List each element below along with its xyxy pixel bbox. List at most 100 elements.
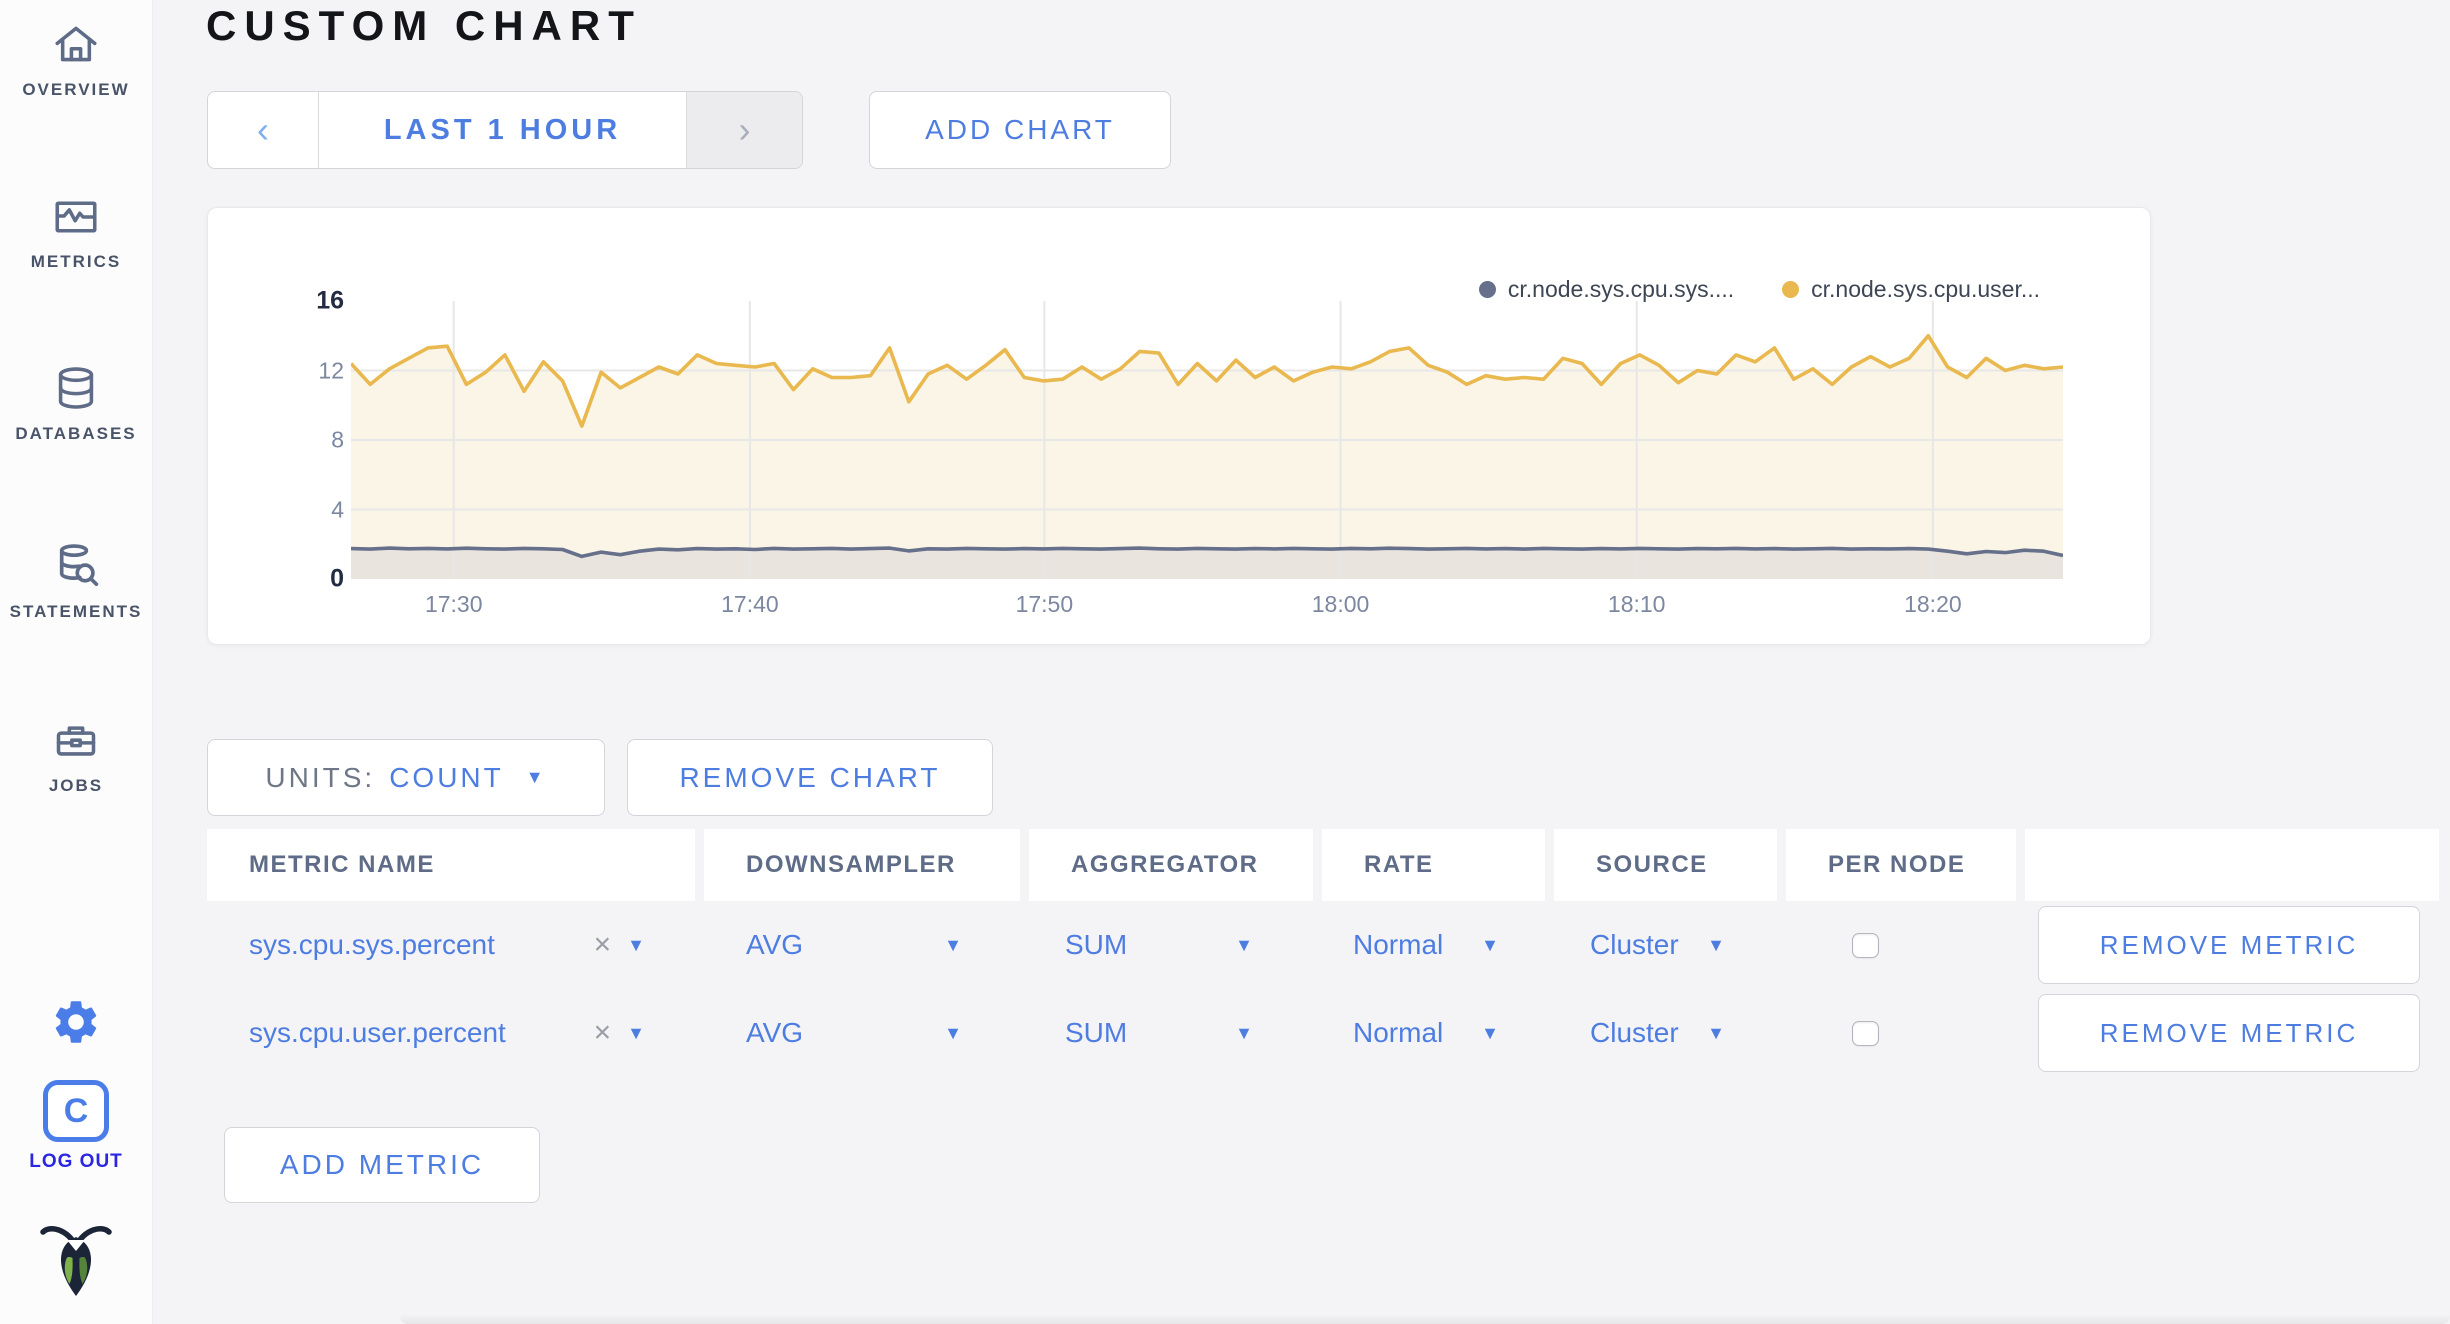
legend-label: cr.node.sys.cpu.sys.... [1507,276,1735,302]
downsampler-dropdown[interactable]: AVG ▼ [704,901,1020,989]
units-label: UNITS: [265,761,376,793]
downsampler-dropdown[interactable]: AVG ▼ [704,989,1020,1077]
remove-metric-button[interactable]: REMOVE METRIC [2038,994,2420,1072]
time-range-value[interactable]: LAST 1 HOUR [319,92,686,168]
add-chart-button[interactable]: ADD CHART [869,91,1171,169]
aggregator-value: SUM [1065,929,1128,960]
column-header-metric-name: METRIC NAME [207,829,695,901]
clear-metric-icon[interactable]: × [594,928,612,962]
chevron-down-icon[interactable]: ▼ [627,935,645,956]
column-header-aggregator: AGGREGATOR [1029,829,1313,901]
logout-label: LOG OUT [29,1151,123,1172]
chevron-down-icon: ▼ [944,1022,962,1043]
metric-name-value[interactable]: sys.cpu.sys.percent [249,929,495,961]
settings-button[interactable] [0,996,152,1053]
chart-legend: cr.node.sys.cpu.sys.... cr.node.sys.cpu.u… [1478,276,2040,303]
legend-item[interactable]: cr.node.sys.cpu.sys.... [1478,276,1735,303]
column-header-per-node: PER NODE [1786,829,2016,901]
x-axis-tick: 17:30 [424,591,483,617]
logout-button[interactable]: C LOG OUT [0,1080,152,1173]
per-node-cell [1786,901,2016,989]
sidebar: OVERVIEW METRICS DATABASES STATEMENTS JO… [0,0,153,1324]
metrics-icon [50,192,102,242]
add-metric-button[interactable]: ADD METRIC [224,1127,540,1203]
x-axis-tick: 18:10 [1607,591,1666,617]
chevron-down-icon: ▼ [1235,934,1253,955]
chevron-left-icon: ‹ [257,109,269,150]
rate-value: Normal [1353,1017,1444,1048]
remove-chart-button[interactable]: REMOVE CHART [627,739,993,816]
actions-cell: REMOVE METRIC [2025,989,2439,1077]
x-axis-labels: 17:30 17:40 17:50 18:00 18:10 18:20 [351,591,2063,623]
aggregator-value: SUM [1065,1017,1128,1048]
downsampler-value: AVG [746,929,804,960]
legend-item[interactable]: cr.node.sys.cpu.user... [1782,276,2040,303]
per-node-checkbox[interactable] [1852,932,1879,958]
source-dropdown[interactable]: Cluster ▼ [1554,901,1777,989]
chevron-down-icon: ▼ [1481,934,1499,955]
metric-name-controls: × ▼ [594,1016,645,1050]
home-icon [50,20,102,70]
sidebar-item-label: JOBS [48,776,104,795]
chevron-down-icon: ▼ [1481,1022,1499,1043]
source-value: Cluster [1590,929,1679,960]
per-node-cell [1786,989,2016,1077]
chevron-down-icon[interactable]: ▼ [627,1023,645,1044]
actions-cell: REMOVE METRIC [2025,901,2439,989]
chevron-down-icon: ▼ [525,767,547,787]
aggregator-dropdown[interactable]: SUM ▼ [1029,989,1313,1077]
source-dropdown[interactable]: Cluster ▼ [1554,989,1777,1077]
metrics-table: METRIC NAME DOWNSAMPLER AGGREGATOR RATE … [207,829,2439,1077]
rate-dropdown[interactable]: Normal ▼ [1322,901,1545,989]
chevron-down-icon: ▼ [944,934,962,955]
aggregator-dropdown[interactable]: SUM ▼ [1029,901,1313,989]
units-dropdown[interactable]: UNITS: COUNT ▼ [207,739,605,816]
source-value: Cluster [1590,1017,1679,1048]
column-header-rate: RATE [1322,829,1545,901]
y-axis-tick: 4 [331,496,344,522]
y-axis-tick: 0 [330,564,344,593]
x-axis-tick: 18:00 [1311,591,1370,617]
y-axis-tick: 12 [318,357,344,383]
sidebar-item-label: STATEMENTS [9,602,143,621]
metric-name-cell: sys.cpu.sys.percent × ▼ [207,901,695,989]
database-icon [51,362,101,414]
time-range-selector: ‹ LAST 1 HOUR › [207,91,803,169]
page-title: CUSTOM CHART [206,2,642,49]
remove-metric-button[interactable]: REMOVE METRIC [2038,906,2420,984]
chart-plot [351,301,2063,579]
rate-dropdown[interactable]: Normal ▼ [1322,989,1545,1077]
bottom-shadow [400,1314,2450,1324]
sidebar-item-statements[interactable]: STATEMENTS [0,540,152,622]
time-range-prev-button[interactable]: ‹ [208,92,319,168]
clear-metric-icon[interactable]: × [594,1016,612,1050]
sidebar-item-overview[interactable]: OVERVIEW [0,20,152,100]
y-axis-tick: 8 [331,426,344,453]
metric-name-value[interactable]: sys.cpu.user.percent [249,1017,506,1049]
metric-name-controls: × ▼ [594,928,645,962]
per-node-checkbox[interactable] [1852,1020,1879,1046]
metric-name-cell: sys.cpu.user.percent × ▼ [207,989,695,1077]
chevron-right-icon: › [738,109,751,150]
sidebar-item-jobs[interactable]: JOBS [0,716,152,796]
time-range-next-button[interactable]: › [686,92,802,168]
sidebar-item-metrics[interactable]: METRICS [0,192,152,272]
x-axis-tick: 17:40 [721,591,779,617]
x-axis-tick: 18:20 [1904,591,1962,617]
table-row: sys.cpu.user.percent × ▼ AVG ▼ SUM ▼ Nor… [207,989,2439,1077]
rate-value: Normal [1353,929,1444,960]
downsampler-value: AVG [746,1017,804,1048]
briefcase-icon [50,716,102,766]
chart-card: cr.node.sys.cpu.sys.... cr.node.sys.cpu.u… [207,207,2151,645]
sidebar-item-label: OVERVIEW [22,80,130,99]
table-row: sys.cpu.sys.percent × ▼ AVG ▼ SUM ▼ Norm… [207,901,2439,989]
logo-letter: C [63,1091,89,1130]
y-axis-labels: 16 12 8 4 0 [268,287,344,593]
legend-dot-icon [1782,281,1800,298]
sidebar-item-label: METRICS [30,252,122,271]
statements-icon [50,540,102,592]
chevron-down-icon: ▼ [1235,1022,1253,1043]
cockroach-bug-logo [0,1216,152,1300]
chevron-down-icon: ▼ [1707,1022,1725,1043]
sidebar-item-databases[interactable]: DATABASES [0,362,152,444]
